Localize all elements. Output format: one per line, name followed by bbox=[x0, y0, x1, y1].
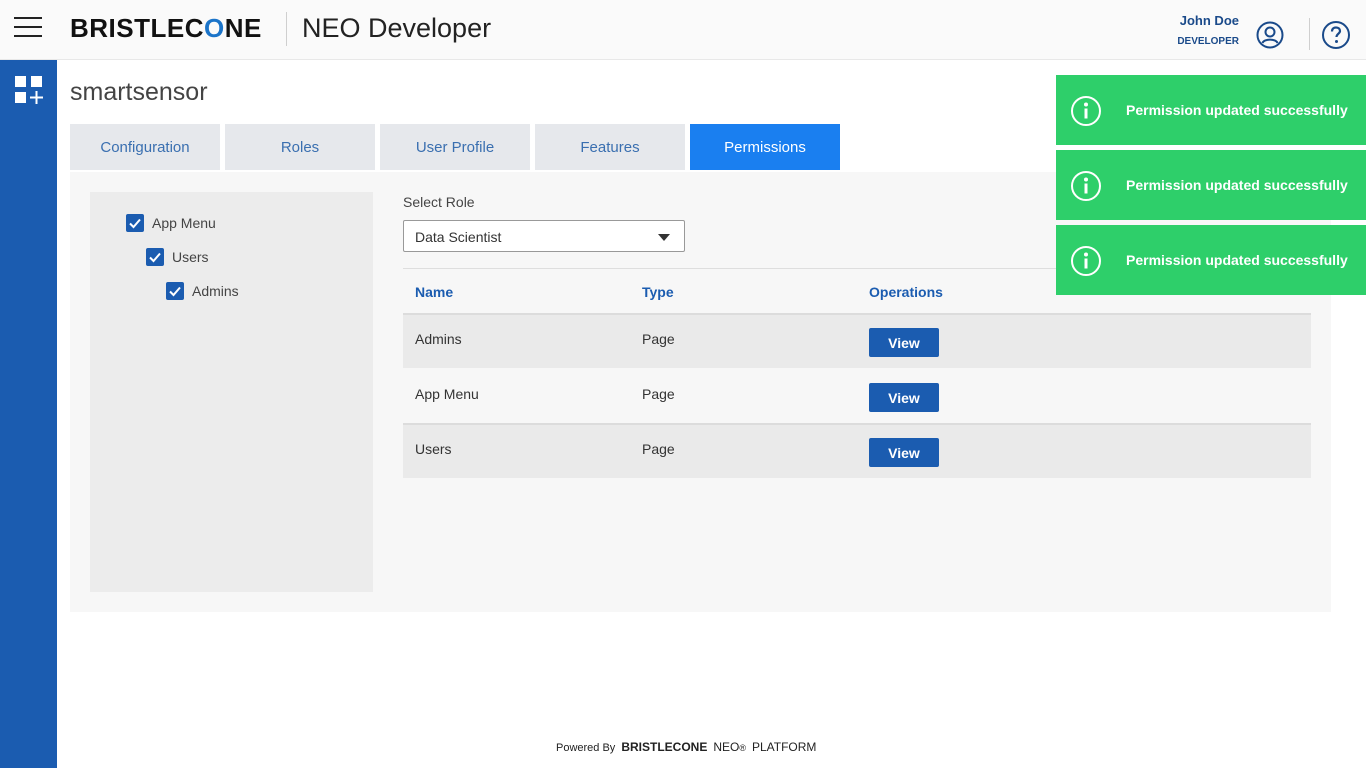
column-header-type[interactable]: Type bbox=[642, 284, 674, 300]
table-row: App Menu Page View bbox=[403, 370, 1311, 425]
powered-by-text: Powered By bbox=[556, 742, 616, 754]
role-select-value: Data Scientist bbox=[415, 229, 502, 245]
cell-type: Page bbox=[642, 386, 675, 402]
tree-item-users[interactable]: Users bbox=[146, 248, 209, 266]
header-divider bbox=[1309, 18, 1310, 50]
user-role: DEVELOPER bbox=[1177, 36, 1239, 47]
role-select[interactable]: Data Scientist bbox=[403, 220, 685, 252]
cell-name: Users bbox=[415, 441, 452, 457]
footer: Powered By BRISTLECONE NEO ® PLATFORM bbox=[556, 740, 816, 754]
column-header-operations: Operations bbox=[869, 284, 943, 300]
view-button[interactable]: View bbox=[869, 438, 939, 467]
registered-mark: ® bbox=[739, 743, 746, 753]
header-divider bbox=[286, 12, 287, 46]
tab-roles[interactable]: Roles bbox=[225, 124, 375, 170]
tree-item-label: Users bbox=[172, 249, 209, 265]
user-profile-icon[interactable] bbox=[1256, 21, 1284, 49]
tree-item-admins[interactable]: Admins bbox=[166, 282, 239, 300]
toast-message: Permission updated successfully bbox=[1126, 102, 1348, 118]
toast-notification[interactable]: Permission updated successfully bbox=[1056, 225, 1366, 295]
view-button[interactable]: View bbox=[869, 328, 939, 357]
tab-user-profile[interactable]: User Profile bbox=[380, 124, 530, 170]
tree-item-label: App Menu bbox=[152, 215, 216, 231]
tab-features[interactable]: Features bbox=[535, 124, 685, 170]
table-row: Admins Page View bbox=[403, 313, 1311, 368]
table-row: Users Page View bbox=[403, 423, 1311, 478]
cell-type: Page bbox=[642, 441, 675, 457]
info-icon bbox=[1071, 246, 1101, 276]
cell-name: Admins bbox=[415, 331, 462, 347]
permission-tree bbox=[90, 192, 373, 592]
help-icon[interactable] bbox=[1321, 20, 1351, 50]
footer-neo: NEO bbox=[713, 740, 740, 754]
info-icon bbox=[1071, 96, 1101, 126]
footer-platform: PLATFORM bbox=[751, 740, 817, 754]
toast-notification[interactable]: Permission updated successfully bbox=[1056, 150, 1366, 220]
tab-configuration[interactable]: Configuration bbox=[70, 124, 220, 170]
tree-item-label: Admins bbox=[192, 283, 239, 299]
tree-item-app-menu[interactable]: App Menu bbox=[126, 214, 216, 232]
tab-permissions[interactable]: Permissions bbox=[690, 124, 840, 170]
toast-message: Permission updated successfully bbox=[1126, 177, 1348, 193]
view-button[interactable]: View bbox=[869, 383, 939, 412]
footer-brand: BRISTLECONE bbox=[621, 740, 708, 754]
cell-name: App Menu bbox=[415, 386, 479, 402]
checkbox-checked-icon[interactable] bbox=[146, 248, 164, 266]
user-name: John Doe bbox=[1179, 13, 1239, 28]
info-icon bbox=[1071, 171, 1101, 201]
app-title: NEO Developer bbox=[302, 13, 492, 43]
toast-message: Permission updated successfully bbox=[1126, 252, 1348, 268]
page-title: smartsensor bbox=[70, 78, 208, 106]
checkbox-checked-icon[interactable] bbox=[166, 282, 184, 300]
checkbox-checked-icon[interactable] bbox=[126, 214, 144, 232]
caret-down-icon bbox=[658, 234, 670, 241]
left-nav-rail bbox=[0, 60, 57, 768]
column-header-name[interactable]: Name bbox=[415, 284, 453, 300]
select-role-label: Select Role bbox=[403, 194, 475, 210]
hamburger-menu-icon[interactable] bbox=[14, 17, 42, 39]
app-header: BRISTLECONE NEO Developer John Doe DEVEL… bbox=[0, 0, 1366, 60]
cell-type: Page bbox=[642, 331, 675, 347]
brand-logo[interactable]: BRISTLECONE bbox=[70, 13, 262, 44]
toast-notification[interactable]: Permission updated successfully bbox=[1056, 75, 1366, 145]
apps-grid-add-icon[interactable] bbox=[14, 75, 44, 105]
